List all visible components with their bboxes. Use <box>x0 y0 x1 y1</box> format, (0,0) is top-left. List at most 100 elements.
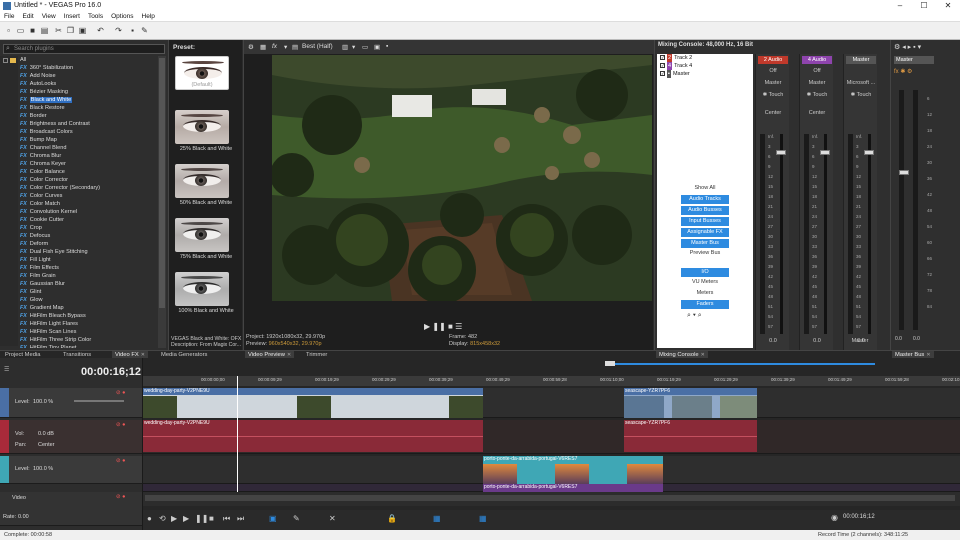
stop-icon[interactable]: ■ <box>209 514 214 523</box>
vu-meters-label[interactable]: VU Meters <box>657 279 753 285</box>
plugin-item[interactable]: FX Brightness and Contrast <box>18 120 158 128</box>
channel-fader-track[interactable] <box>868 134 871 334</box>
menu-edit[interactable]: Edit <box>18 12 37 20</box>
save-snapshot-icon[interactable]: ▪ <box>386 43 388 50</box>
plugin-item[interactable]: FX Convolution Kernel <box>18 208 158 216</box>
preset-thumbnail[interactable] <box>175 218 229 252</box>
plugin-item[interactable]: FX Film Effects <box>18 264 158 272</box>
plugin-root-item[interactable]: All <box>18 56 158 64</box>
menu-view[interactable]: View <box>38 12 60 20</box>
channel-name[interactable]: 4 Audio <box>802 56 832 64</box>
plugin-tree[interactable] <box>0 56 18 346</box>
channel-state[interactable]: Off <box>756 68 790 74</box>
channel-fader-knob[interactable] <box>864 150 874 155</box>
channel-touch[interactable]: ✱ Touch <box>800 92 834 98</box>
video-lane-2[interactable]: porto-ponte-da-arrabida-portugal-V6RES7 <box>143 456 960 484</box>
paste-icon[interactable]: ▣ <box>78 26 87 35</box>
preset-label[interactable]: 25% Black and White <box>171 146 241 152</box>
audio-busses-button[interactable]: Audio Busses <box>681 206 729 215</box>
time-ruler[interactable]: 00:00:00;00 00:00:09;29 00:00:19;29 00:00:2… <box>143 376 960 386</box>
quality-select[interactable]: Best (Half) <box>302 43 333 50</box>
plugin-item[interactable]: FX Channel Blend <box>18 144 158 152</box>
rate-value[interactable]: 0.00 <box>18 514 29 520</box>
plugin-item[interactable]: FX Defocus <box>18 232 158 240</box>
properties-icon[interactable]: ▤ <box>40 26 49 35</box>
timeline-scrollbar[interactable] <box>143 492 960 506</box>
plugin-item[interactable]: FX Bump Map <box>18 136 158 144</box>
cut-icon[interactable]: ✂ <box>54 26 63 35</box>
channel-state[interactable]: Off <box>800 68 834 74</box>
preset-thumbnail[interactable] <box>175 110 229 144</box>
split-icon[interactable]: ▾ <box>352 43 355 51</box>
preview-bus-label[interactable]: Preview Bus <box>657 250 753 256</box>
loop-region-marker[interactable] <box>605 361 615 366</box>
expand-icon[interactable] <box>3 58 8 63</box>
grid-icon[interactable]: ▦ <box>260 43 266 51</box>
audio-tracks-button[interactable]: Audio Tracks <box>681 195 729 204</box>
overlay-icon[interactable]: ▥ <box>342 43 348 51</box>
preset-thumbnail[interactable] <box>175 272 229 306</box>
channel-route[interactable]: Master <box>756 80 790 86</box>
level-slider[interactable] <box>74 400 124 402</box>
settings-icon[interactable]: ⚙ <box>248 43 254 51</box>
show-all-label[interactable]: Show All <box>657 185 753 191</box>
undo-icon[interactable]: ↶ <box>96 26 105 35</box>
menu-file[interactable]: File <box>0 12 18 20</box>
audio-lane-2[interactable]: porto-ponte-da-arrabida-portugal-V6RES7 <box>143 484 960 492</box>
master-fx-icons[interactable]: fx ✱ ⚙ <box>894 68 912 75</box>
seascape-video-clip[interactable]: seascape-YZR7PF6 <box>624 388 757 418</box>
track-header-audio-1[interactable]: Vol: 0.0 dB Pan: Center ⊘ ● <box>0 420 142 454</box>
plugin-item[interactable]: FX Crop <box>18 224 158 232</box>
go-to-start-icon[interactable]: ⏮ <box>223 514 230 524</box>
porto-video-clip[interactable]: porto-ponte-da-arrabida-portugal-V6RES7 <box>483 456 663 484</box>
meters-label[interactable]: Meters <box>657 290 753 296</box>
audio-lane-1[interactable]: wedding-day-party-V2PNE9U seascape-YZR7P… <box>143 420 960 454</box>
master-toolbar-icons[interactable]: ⚙ ◂ ▸ ▪ ▾ <box>894 43 921 51</box>
menu-help[interactable]: Help <box>138 12 159 20</box>
plugin-item[interactable]: FX Film Grain <box>18 272 158 280</box>
plugin-item[interactable]: FX HitFilm Three Strip Color <box>18 336 158 344</box>
zoom-icon[interactable]: ⌕ ▾ ⌕ <box>687 312 702 320</box>
edit-icon[interactable]: ✎ <box>140 26 149 35</box>
menu-insert[interactable]: Insert <box>60 12 84 20</box>
snapshot-icon[interactable]: ▣ <box>374 43 380 51</box>
snapping-icon[interactable]: ▦ <box>433 514 441 523</box>
channel-pan[interactable]: Center <box>756 110 790 116</box>
new-icon[interactable]: ▫ <box>4 26 13 35</box>
plugin-item[interactable]: FX Broadcast Colors <box>18 128 158 136</box>
master-fader-knob[interactable] <box>899 170 909 175</box>
plugin-item[interactable]: FX Black and White <box>18 96 158 104</box>
wedding-audio-clip[interactable]: wedding-day-party-V2PNE9U <box>143 420 483 452</box>
preset-label[interactable]: 50% Black and White <box>171 200 241 206</box>
preset-label[interactable]: 100% Black and White <box>171 308 241 314</box>
channel-fader-track[interactable] <box>824 134 827 334</box>
channel-fader-knob[interactable] <box>820 150 830 155</box>
plugin-list[interactable]: All FX 360° Stabilization FX Add Noise FX Aut… <box>18 56 158 348</box>
maximize-button[interactable]: ☐ <box>912 0 936 12</box>
mixer-track-row[interactable]: ✓ 4 Track 4 <box>657 62 753 70</box>
channel-touch[interactable]: ✱ Touch <box>756 92 790 98</box>
play-from-start-icon[interactable]: ▶ <box>171 514 177 523</box>
track-header-video-2[interactable]: Level: 100.0 % ⊘ ● <box>0 456 142 484</box>
lock-icon[interactable]: 🔒 <box>387 514 397 523</box>
plugin-item[interactable]: FX Add Noise <box>18 72 158 80</box>
plugin-item[interactable]: FX Deform <box>18 240 158 248</box>
normal-edit-tool-icon[interactable]: ▣ <box>269 514 277 523</box>
checkbox[interactable]: ✓ <box>660 55 665 61</box>
plugin-item[interactable]: FX HitFilm Tiny Planet <box>18 344 158 348</box>
level-value[interactable]: 100.0 % <box>33 399 53 405</box>
level-value[interactable]: 100.0 % <box>33 466 53 472</box>
menu-options[interactable]: Options <box>107 12 137 20</box>
record-icon[interactable]: ● <box>147 514 152 523</box>
plugin-item[interactable]: FX Color Corrector <box>18 176 158 184</box>
plugin-item[interactable]: FX Fill Light <box>18 256 158 264</box>
preset-label[interactable]: 75% Black and White <box>171 254 241 260</box>
plugin-item[interactable]: FX Gaussian Blur <box>18 280 158 288</box>
plugin-item[interactable]: FX Color Corrector (Secondary) <box>18 184 158 192</box>
plugin-item[interactable]: FX Color Curves <box>18 192 158 200</box>
plugin-item[interactable]: FX Border <box>18 112 158 120</box>
plugin-item[interactable]: FX Black Restore <box>18 104 158 112</box>
plugin-item[interactable]: FX Bézier Masking <box>18 88 158 96</box>
mute-icon[interactable]: ⊘ ● <box>116 458 125 464</box>
track-header-video-1[interactable]: Level: 100.0 % ⊘ ● <box>0 388 142 418</box>
